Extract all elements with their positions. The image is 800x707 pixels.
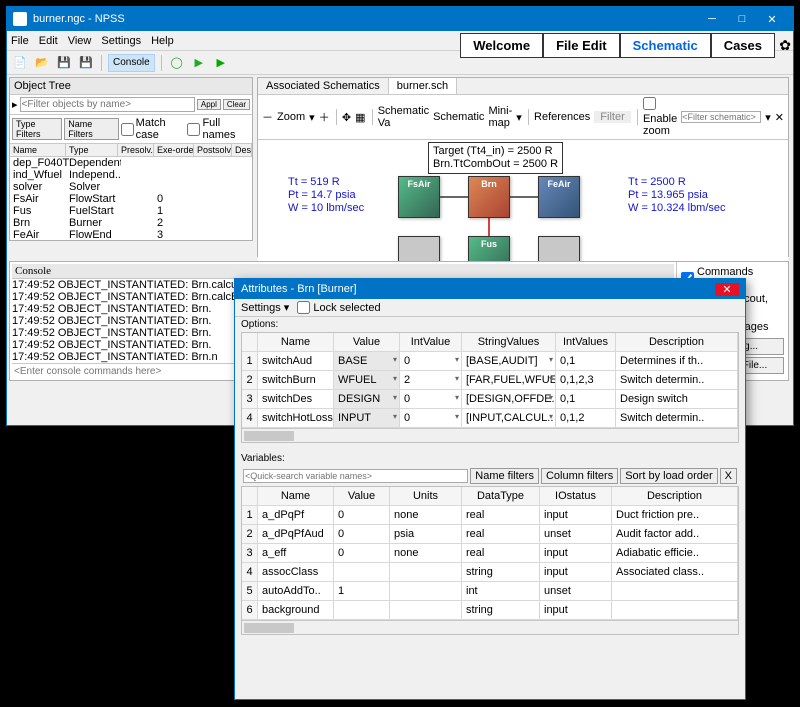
name-filters-button[interactable]: Name filters: [470, 468, 539, 484]
variable-row[interactable]: 4assocClassstringinputAssociated class..: [242, 563, 738, 582]
close-button[interactable]: ✕: [757, 13, 787, 26]
tree-title: Object Tree: [10, 78, 252, 95]
variable-row[interactable]: 1a_dPqPf0nonerealinputDuct friction pre.…: [242, 506, 738, 525]
target-box: Target (Tt4_in) = 2500 RBrn.TtCombOut = …: [428, 142, 563, 174]
zoom-label: Zoom: [277, 111, 305, 123]
play-icon[interactable]: ▶: [190, 54, 208, 72]
zoom-drop-icon[interactable]: ▾: [309, 111, 315, 124]
main-tabs: Welcome File Edit Schematic Cases: [460, 33, 775, 58]
column-filters-button[interactable]: Column filters: [541, 468, 618, 484]
app-icon: [13, 12, 27, 26]
tree-row[interactable]: solverSolver: [10, 181, 252, 193]
run-icon[interactable]: ◯: [168, 54, 186, 72]
tree-row[interactable]: BrnBurner2: [10, 217, 252, 229]
apply-filter[interactable]: Appl: [197, 99, 221, 110]
match-case-chk[interactable]: [121, 123, 134, 136]
option-row[interactable]: 3switchDesDESIGN0[DESIGN,OFFDE..0,1Desig…: [242, 390, 738, 409]
new-icon[interactable]: 📄: [11, 54, 29, 72]
option-row[interactable]: 2switchBurnWFUEL2[FAR,FUEL,WFUE..0,1,2,3…: [242, 371, 738, 390]
tree-row[interactable]: FeAirFlowEnd3: [10, 229, 252, 241]
option-row[interactable]: 4switchHotLossINPUT0[INPUT,CALCUL..0,1,2…: [242, 409, 738, 428]
pan-icon[interactable]: ✥: [342, 111, 351, 124]
minimap-btn[interactable]: Mini-map: [488, 105, 512, 129]
saveall-icon[interactable]: 💾: [77, 54, 95, 72]
menu-file[interactable]: File: [11, 35, 29, 47]
zoom-in-icon[interactable]: ＋: [319, 109, 330, 125]
type-filters-btn[interactable]: Type Filters: [12, 118, 62, 140]
tab-file-edit[interactable]: File Edit: [543, 33, 620, 58]
tree-row[interactable]: ind_WfuelIndepend..: [10, 169, 252, 181]
clear-filter[interactable]: Clear: [223, 99, 250, 110]
console-toggle[interactable]: Console: [108, 54, 155, 72]
variables-scrollbar[interactable]: [242, 620, 738, 634]
tree-columns: NameTypePresolv.Exe-ordePostsolv.Des: [10, 144, 252, 157]
object-tree: Object Tree ▸ Appl Clear Type Filters Na…: [9, 77, 253, 241]
open-icon[interactable]: 📂: [33, 54, 51, 72]
minimize-button[interactable]: ─: [697, 13, 727, 25]
tab-welcome[interactable]: Welcome: [460, 33, 543, 58]
attributes-dialog: Attributes - Brn [Burner] ✕ Settings ▾ L…: [234, 278, 746, 700]
options-grid: NameValueIntValueStringValuesIntValuesDe…: [241, 332, 739, 443]
options-scrollbar[interactable]: [242, 428, 738, 442]
menu-settings[interactable]: Settings: [101, 35, 141, 47]
save-icon[interactable]: 💾: [55, 54, 73, 72]
attr-title: Attributes - Brn [Burner]: [241, 283, 715, 295]
variable-row[interactable]: 2a_dPqPfAud0psiarealunsetAudit factor ad…: [242, 525, 738, 544]
zoom-out-icon[interactable]: －: [262, 109, 273, 125]
variable-row[interactable]: 6backgroundstringinput: [242, 601, 738, 620]
console-title: Console: [12, 264, 674, 279]
window-title: burner.ngc - NPSS: [33, 13, 697, 25]
schematic-values-btn[interactable]: Schematic Va: [378, 105, 429, 129]
var-clear-button[interactable]: X: [720, 468, 737, 484]
filter-btn[interactable]: Filter: [594, 111, 630, 123]
expand-icon[interactable]: ▸: [12, 98, 18, 111]
schematic-pane: Associated Schematics burner.sch － Zoom …: [257, 77, 789, 257]
tree-filter-input[interactable]: [20, 97, 195, 112]
variables-label: Variables:: [235, 451, 745, 466]
variables-grid: NameValueUnitsDataTypeIOstatusDescriptio…: [241, 486, 739, 635]
right-values: Tt = 2500 RPt = 13.965 psiaW = 10.324 lb…: [628, 176, 726, 216]
maximize-button[interactable]: □: [727, 13, 757, 25]
sort-load-order-button[interactable]: Sort by load order: [620, 468, 717, 484]
assoc-schematics-tab[interactable]: Associated Schematics: [258, 78, 389, 94]
filter-schematic-input[interactable]: [681, 111, 761, 123]
enable-zoom-chk[interactable]: [643, 97, 656, 110]
option-row[interactable]: 1switchAudBASE0[BASE,AUDIT]0,1Determines…: [242, 352, 738, 371]
gear-icon[interactable]: ✿: [779, 37, 791, 54]
tab-cases[interactable]: Cases: [711, 33, 775, 58]
var-search-input[interactable]: [243, 469, 468, 483]
tree-row[interactable]: FsAirFlowStart0: [10, 193, 252, 205]
variable-row[interactable]: 5autoAddTo..1intunset: [242, 582, 738, 601]
tab-schematic[interactable]: Schematic: [620, 33, 711, 58]
clear-icon[interactable]: ✕: [775, 111, 784, 124]
attr-settings-menu[interactable]: Settings ▾: [241, 301, 289, 314]
options-label: Options:: [235, 317, 745, 332]
node-fsair[interactable]: FsAir: [398, 176, 440, 218]
fastplay-icon[interactable]: ▶: [212, 54, 230, 72]
attr-close-button[interactable]: ✕: [715, 283, 739, 296]
menu-edit[interactable]: Edit: [39, 35, 58, 47]
lock-selected-chk[interactable]: [297, 301, 310, 314]
name-filters-btn[interactable]: Name Filters: [64, 118, 118, 140]
node-brn[interactable]: Brn: [468, 176, 510, 218]
main-titlebar: burner.ngc - NPSS ─ □ ✕: [7, 7, 793, 31]
references-btn[interactable]: References: [534, 111, 590, 123]
schematic-btn[interactable]: Schematic: [433, 111, 484, 123]
node-feair[interactable]: FeAir: [538, 176, 580, 218]
grid-icon[interactable]: ▦: [355, 111, 365, 124]
full-names-chk[interactable]: [187, 123, 200, 136]
left-values: Tt = 519 RPt = 14.7 psiaW = 10 lbm/sec: [288, 176, 364, 216]
menu-help[interactable]: Help: [151, 35, 174, 47]
tree-row[interactable]: dep_F040TtDependent: [10, 157, 252, 169]
variable-row[interactable]: 3a_eff0nonerealinputAdiabatic efficie..: [242, 544, 738, 563]
menu-view[interactable]: View: [68, 35, 92, 47]
tree-row[interactable]: FusFuelStart1: [10, 205, 252, 217]
burner-sch-tab[interactable]: burner.sch: [389, 78, 457, 94]
